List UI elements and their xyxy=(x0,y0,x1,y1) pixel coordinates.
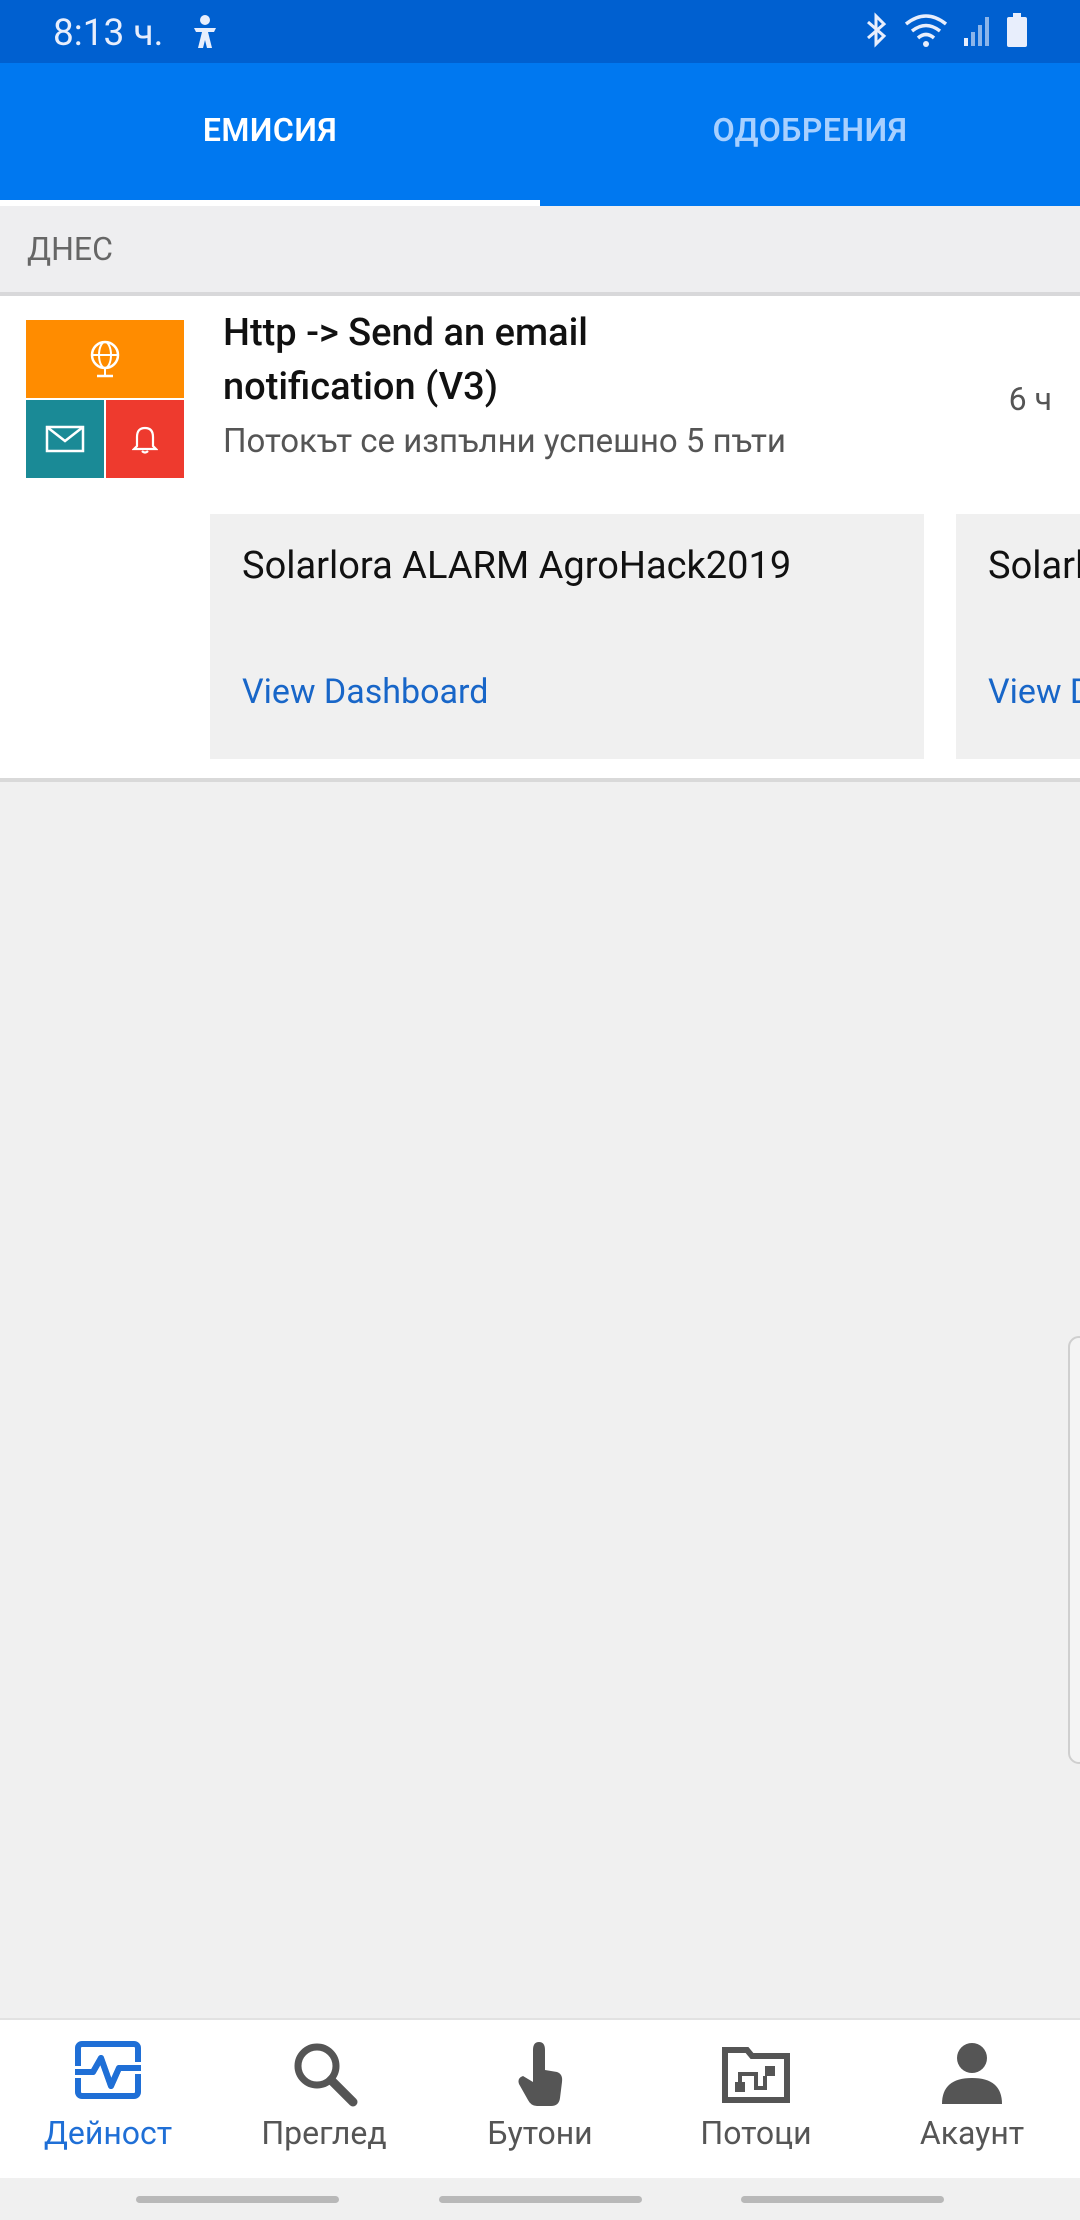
tab-approvals-label: ОДОБРЕНИЯ xyxy=(712,110,908,149)
flow-icon xyxy=(26,320,184,478)
nav-browse-label: Преглед xyxy=(261,2114,387,2152)
tab-approvals[interactable]: ОДОБРЕНИЯ xyxy=(540,63,1080,206)
view-dashboard-link[interactable]: View Dashboard xyxy=(242,672,488,712)
accessibility-icon xyxy=(194,15,216,48)
nav-account-label: Акаунт xyxy=(919,2114,1025,2152)
flow-time: 6 ч xyxy=(1008,380,1052,418)
section-header: ДНЕС xyxy=(0,206,1080,296)
nav-browse[interactable]: Преглед xyxy=(216,2020,432,2178)
bell-icon xyxy=(132,426,158,454)
activity-card[interactable]: Http -> Send an email notification (V3) … xyxy=(0,296,1080,782)
flows-icon xyxy=(722,2047,790,2103)
globe-icon xyxy=(90,340,120,378)
gesture-pill[interactable] xyxy=(741,2196,944,2203)
bottom-nav: Дейност Преглед Бутони Потоци Акаунт xyxy=(0,2018,1080,2178)
nav-flows-label: Потоци xyxy=(700,2114,812,2152)
touch-icon xyxy=(518,2042,563,2106)
bluetooth-icon xyxy=(867,12,887,48)
battery-icon xyxy=(1007,13,1027,47)
dashboard-carousel[interactable]: Solarlora ALARM AgroHack2019 View Dashbo… xyxy=(210,514,1080,759)
dashboard-name: Solarlora ALARM AgroHack2019 xyxy=(242,544,792,588)
notification-tile xyxy=(106,400,184,478)
nav-activity[interactable]: Дейност xyxy=(0,2020,216,2178)
search-icon xyxy=(294,2043,358,2107)
nav-activity-label: Дейност xyxy=(43,2114,173,2152)
nav-account[interactable]: Акаунт xyxy=(864,2020,1080,2178)
email-tile xyxy=(26,400,104,478)
signal-icon xyxy=(964,17,989,46)
wifi-icon xyxy=(904,14,948,47)
account-icon xyxy=(942,2043,1002,2104)
flow-title: Http -> Send an email notification (V3) xyxy=(223,311,588,409)
nav-flows[interactable]: Потоци xyxy=(648,2020,864,2178)
flow-subtitle: Потокът се изпълни успешно 5 пъти xyxy=(223,422,786,461)
gesture-bar xyxy=(0,2178,1080,2220)
nav-buttons[interactable]: Бутони xyxy=(432,2020,648,2178)
dashboard-card[interactable]: Solarlora ALARM AgroHack2019 View Dashbo… xyxy=(210,514,924,759)
status-time: 8:13 ч. xyxy=(53,12,164,55)
tab-bar: ЕМИСИЯ ОДОБРЕНИЯ xyxy=(0,63,1080,206)
http-tile xyxy=(26,320,184,398)
nav-buttons-label: Бутони xyxy=(487,2114,593,2152)
mail-icon xyxy=(45,425,85,453)
status-bar: 8:13 ч. xyxy=(0,0,1080,63)
edge-panel-handle[interactable] xyxy=(1068,1336,1080,1764)
tab-feed-label: ЕМИСИЯ xyxy=(202,110,338,149)
activity-icon xyxy=(73,2041,143,2099)
status-icons xyxy=(862,12,1028,48)
gesture-pill[interactable] xyxy=(439,2196,642,2203)
gesture-pill[interactable] xyxy=(136,2196,339,2203)
dashboard-card[interactable]: Solarlora ALARM AgroHack2019 View Dashbo… xyxy=(956,514,1080,759)
section-title: ДНЕС xyxy=(27,230,113,268)
view-dashboard-link[interactable]: View Dashboard xyxy=(988,672,1080,712)
dashboard-name: Solarlora ALARM AgroHack2019 xyxy=(988,544,1080,588)
tab-feed[interactable]: ЕМИСИЯ xyxy=(0,63,540,206)
